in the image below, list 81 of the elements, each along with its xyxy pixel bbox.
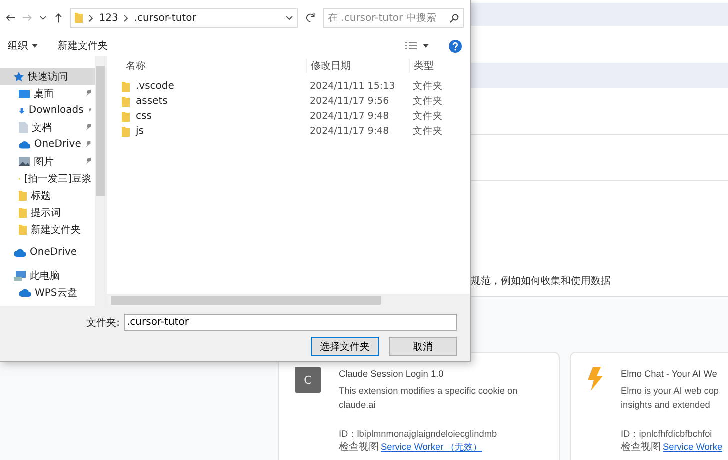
modified-date: 2024/11/17 9:48 <box>309 111 390 122</box>
extension-avatar: C <box>295 367 321 393</box>
computer-icon <box>14 270 26 280</box>
sidebar-item[interactable]: 新建文件夹 <box>0 221 95 238</box>
file-type: 文件夹 <box>412 125 444 138</box>
document-icon <box>19 122 28 133</box>
sidebar-item[interactable]: 此电脑 <box>0 267 95 284</box>
sidebar-item[interactable]: OneDrive <box>0 136 95 153</box>
pin-icon <box>85 140 92 148</box>
file-type: 文件夹 <box>412 110 444 123</box>
file-name[interactable]: assets <box>122 96 306 107</box>
extension-description: insights and extended <box>621 399 712 412</box>
sidebar-item[interactable]: [拍一发三]豆浆 <box>0 170 95 187</box>
modified-date: 2024/11/17 9:56 <box>309 96 390 107</box>
sidebar-item[interactable]: 提示词 <box>0 204 95 221</box>
pin-icon <box>85 124 92 132</box>
monitor-icon <box>19 90 30 98</box>
search-icon <box>450 14 459 22</box>
service-worker-link[interactable]: Service Worke <box>663 441 723 454</box>
search-field[interactable]: 在 .cursor-tutor 中搜索 <box>323 8 464 28</box>
new-folder-button[interactable]: 新建文件夹 <box>58 39 108 53</box>
extension-description: Elmo is your AI web cop <box>621 385 720 398</box>
sidebar-item[interactable]: Downloads <box>0 102 95 119</box>
sidebar-item[interactable]: 图片 <box>0 153 95 170</box>
sidebar-item[interactable]: 桌面 <box>0 85 95 102</box>
vertical-scrollbar[interactable] <box>95 56 106 306</box>
column-header[interactable]: 修改日期 <box>306 59 409 73</box>
sidebar-item[interactable]: 标题 <box>0 187 95 204</box>
file-type: 文件夹 <box>412 95 444 108</box>
file-name[interactable]: .vscode <box>122 81 306 92</box>
caret-icon[interactable] <box>423 44 429 48</box>
pin-icon <box>88 106 92 114</box>
extension-id: ID：lbiplmnmonajglaigndeloiecglindmb <box>339 428 498 441</box>
dropdown-caret-icon[interactable] <box>286 16 293 20</box>
inspect-label: 检查视图 <box>339 441 379 454</box>
up-arrow-icon[interactable] <box>54 13 62 23</box>
history-caret-icon[interactable] <box>40 16 47 20</box>
folder-label: 文件夹: <box>86 316 120 330</box>
column-header[interactable]: 名称 <box>122 59 306 73</box>
sidebar-item[interactable]: 文档 <box>0 119 95 136</box>
column-header[interactable]: 类型 <box>409 59 470 73</box>
chevron-icon <box>124 14 128 22</box>
pin-icon <box>85 90 92 98</box>
organize-button[interactable]: 组织 <box>8 39 38 53</box>
file-name[interactable]: js <box>122 126 306 137</box>
back-arrow-icon[interactable] <box>6 14 16 22</box>
select-folder-button[interactable]: 选择文件夹 <box>311 337 379 356</box>
lightning-icon <box>587 367 603 391</box>
extension-description: claude.ai <box>339 399 377 412</box>
extension-title: Elmo Chat - Your AI We <box>621 368 718 381</box>
breadcrumb[interactable]: 123 <box>99 12 118 24</box>
file-name[interactable]: css <box>122 111 306 122</box>
sidebar-item[interactable]: 快速访问 <box>0 68 95 85</box>
modified-date: 2024/11/17 9:48 <box>309 126 390 137</box>
cloud-icon <box>14 248 26 256</box>
pin-icon <box>85 158 92 166</box>
sidebar-item[interactable]: WPS云盘 <box>0 284 95 301</box>
caret-icon <box>32 44 38 48</box>
description-text: 规范，例如如何收集和使用数据 <box>471 274 611 288</box>
service-worker-link[interactable]: Service Worker （无效） <box>381 441 482 454</box>
inspect-label: 检查视图 <box>621 441 661 454</box>
extension-description: This extension modifies a specific cookie on <box>339 385 518 398</box>
modified-date: 2024/11/11 15:13 <box>309 81 396 92</box>
cloud-icon <box>19 140 30 148</box>
file-type: 文件夹 <box>412 80 444 93</box>
cancel-button[interactable]: 取消 <box>389 337 457 356</box>
breadcrumb[interactable]: .cursor-tutor <box>134 12 196 24</box>
help-icon[interactable] <box>449 40 462 52</box>
picture-icon <box>19 157 30 166</box>
cloud-icon <box>19 288 31 296</box>
star-icon <box>14 72 24 82</box>
address-bar[interactable]: 123 .cursor-tutor <box>70 8 298 28</box>
horizontal-scrollbar[interactable] <box>107 294 470 306</box>
extension-title: Claude Session Login 1.0 <box>339 368 445 381</box>
folder-input[interactable]: .cursor-tutor <box>124 314 457 331</box>
sidebar-item[interactable]: OneDrive <box>0 244 95 261</box>
extension-id: ID：ipnlcfhfdicbfbchfoi <box>621 428 714 441</box>
download-icon <box>19 106 25 116</box>
refresh-icon[interactable] <box>306 13 315 23</box>
view-options-icon[interactable] <box>405 42 417 50</box>
chevron-icon <box>89 14 94 22</box>
